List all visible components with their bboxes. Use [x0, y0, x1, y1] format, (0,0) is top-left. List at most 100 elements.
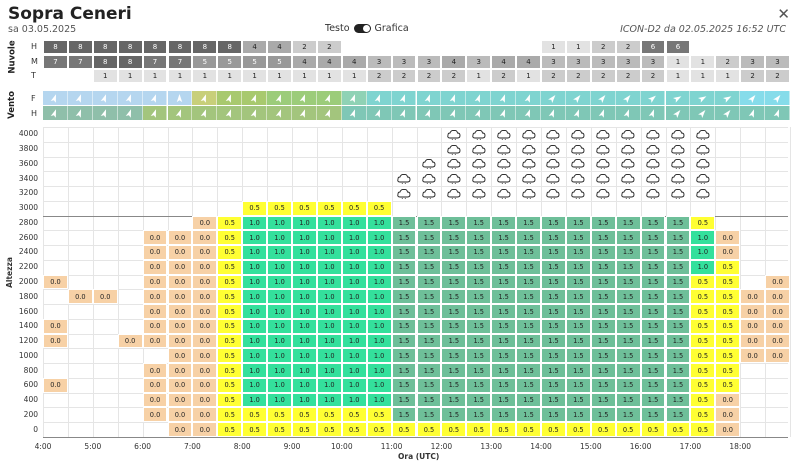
- y-tick-label: 4000: [18, 129, 38, 139]
- cloud-icon: [417, 171, 442, 186]
- x-tick-label: 11:00: [380, 442, 403, 451]
- thermal-cell: 0.5: [690, 363, 716, 378]
- cloud-icon: [566, 171, 591, 186]
- thermal-cell: 1.5: [416, 259, 442, 275]
- thermal-cell: 0.5: [217, 245, 243, 260]
- cloud-cell: 5: [267, 54, 292, 69]
- cloud-cell: 3: [615, 54, 641, 69]
- grid-line: [43, 200, 788, 202]
- toggle-text-label[interactable]: Testo: [325, 23, 350, 34]
- cloud-icon: [566, 157, 591, 172]
- thermal-cell: 1.0: [242, 392, 268, 408]
- thermal-cell: 1.0: [242, 363, 268, 378]
- cloud-cell: 1: [267, 69, 292, 83]
- y-tick-label: 1600: [18, 306, 38, 316]
- thermal-cell: 0.0: [142, 274, 168, 290]
- thermal-cell: 0.5: [217, 422, 243, 437]
- wind-arrow-icon: [366, 106, 392, 120]
- grid-line: [67, 127, 69, 437]
- cloud-cell: 7: [167, 54, 193, 69]
- toggle-graphic-label[interactable]: Grafica: [375, 23, 409, 34]
- thermal-cell: 1.5: [391, 348, 417, 364]
- thermal-cell: 1.5: [491, 348, 517, 364]
- thermal-cell: 1.5: [590, 377, 616, 393]
- thermal-cell: 1.0: [316, 215, 342, 231]
- cloud-icon: [466, 157, 491, 172]
- thermal-cell: 1.5: [491, 377, 517, 393]
- thermal-cell: 1.5: [516, 348, 541, 364]
- cloud-icon: [491, 142, 516, 157]
- thermal-cell: 0.0: [167, 377, 193, 393]
- thermal-cell: 1.0: [690, 259, 716, 275]
- thermal-cell: 0.5: [242, 407, 268, 423]
- cloud-cell: 4: [441, 54, 467, 69]
- thermal-cell: 1.5: [615, 377, 641, 393]
- thermal-cell: 1.5: [491, 407, 517, 423]
- thermal-cell: 1.5: [665, 274, 691, 290]
- cloud-cell: [466, 40, 492, 54]
- thermal-cell: 0.0: [765, 318, 790, 334]
- thermal-cell: 0.5: [590, 422, 616, 437]
- thermal-cell: 1.5: [441, 392, 467, 408]
- thermal-cell: 1.5: [541, 304, 566, 319]
- thermal-cell: 1.0: [267, 318, 292, 334]
- thermal-cell: 0.0: [765, 304, 790, 319]
- cloud-cell: [366, 40, 392, 54]
- wind-arrow-icon: [142, 91, 168, 105]
- thermal-cell: 1.0: [267, 304, 292, 319]
- cloud-icon: [392, 171, 417, 186]
- thermal-cell: 1.5: [441, 274, 467, 290]
- thermal-cell: 1.0: [341, 363, 367, 378]
- view-toggle[interactable]: Testo Grafica: [325, 23, 409, 34]
- thermal-cell: 1.5: [416, 363, 442, 378]
- cloud-icon: [616, 142, 641, 157]
- thermal-cell: 1.5: [416, 407, 442, 423]
- cloud-icon: [641, 142, 666, 157]
- cloud-cell: 1: [715, 69, 741, 83]
- thermal-cell: 1.5: [615, 304, 641, 319]
- toggle-switch[interactable]: [353, 24, 371, 33]
- thermal-cell: 0.5: [217, 230, 243, 246]
- thermal-cell: 1.5: [541, 259, 566, 275]
- thermal-cell: 1.5: [466, 245, 492, 260]
- thermal-cell: 1.0: [292, 363, 317, 378]
- wind-arrow-icon: [690, 91, 716, 105]
- thermal-cell: 0.0: [740, 304, 766, 319]
- thermal-cell: 1.5: [640, 304, 666, 319]
- thermal-cell: 1.5: [491, 259, 517, 275]
- cloud-cell: 1: [341, 69, 367, 83]
- thermal-cell: 1.0: [341, 304, 367, 319]
- wind-arrow-icon: [366, 91, 392, 105]
- thermal-cell: 0.0: [192, 215, 218, 231]
- thermal-cell: 1.5: [541, 318, 566, 334]
- cloud-cell: 6: [640, 40, 666, 54]
- cloud-cell: 8: [43, 40, 68, 54]
- wind-arrow-icon: [341, 91, 367, 105]
- cloud-cell: 1: [466, 69, 492, 83]
- cloud-cell: [715, 40, 741, 54]
- thermal-cell: 0.5: [217, 333, 243, 349]
- y-tick-label: 3400: [18, 173, 38, 183]
- cloud-icon: [541, 186, 566, 201]
- cloud-cell: 4: [341, 54, 367, 69]
- thermal-cell: 0.0: [192, 363, 218, 378]
- thermal-cell: 1.5: [665, 348, 691, 364]
- thermal-cell: 0.0: [765, 274, 790, 290]
- cloud-cell: 2: [590, 40, 616, 54]
- thermal-cell: 0.5: [715, 377, 741, 393]
- wind-arrow-icon: [242, 91, 268, 105]
- thermal-cell: 0.5: [292, 422, 317, 437]
- thermal-cell: 1.0: [292, 289, 317, 305]
- x-tick-label: 17:00: [679, 442, 702, 451]
- close-icon[interactable]: ✕: [777, 5, 790, 23]
- thermal-cell: 1.5: [391, 407, 417, 423]
- cloud-cell: 1: [292, 69, 317, 83]
- thermal-cell: 0.0: [167, 348, 193, 364]
- cloud-icon: [591, 186, 616, 201]
- thermal-cell: 1.5: [541, 363, 566, 378]
- thermal-cell: 1.5: [516, 274, 541, 290]
- cloud-cell: [341, 40, 367, 54]
- thermal-cell: 0.5: [341, 422, 367, 437]
- y-tick-label: 3000: [18, 203, 38, 213]
- thermal-cell: 0.0: [142, 392, 168, 408]
